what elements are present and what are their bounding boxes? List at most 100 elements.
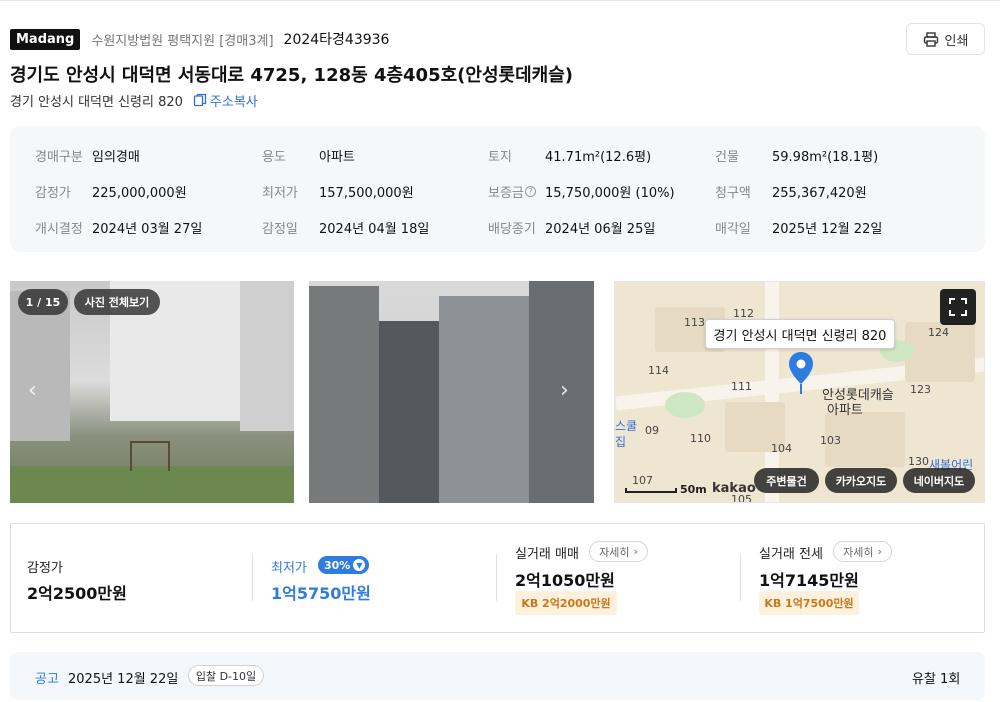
info-label: 토지 bbox=[488, 150, 512, 165]
help-icon[interactable]: ? bbox=[524, 186, 536, 197]
map-poi-label: 스쿨 bbox=[615, 419, 638, 433]
jeonse-label: 실거래 전세 bbox=[759, 547, 823, 562]
info-label: 청구액 bbox=[715, 186, 751, 201]
lot-address: 경기 안성시 대덕면 신령리 820 bbox=[10, 94, 183, 110]
info-auction-type: 경매구분 임의경매 bbox=[35, 146, 140, 165]
info-label: 개시결정 bbox=[35, 222, 83, 237]
photo-counter: 1 / 15 bbox=[18, 289, 68, 315]
info-label: 최저가 bbox=[262, 186, 298, 201]
info-value: 15,750,000원 (10%) bbox=[545, 186, 675, 201]
info-value: 157,500,000원 bbox=[319, 186, 414, 201]
map-complex-name: 아파트 bbox=[827, 403, 863, 418]
info-value: 아파트 bbox=[319, 150, 355, 165]
view-all-photos-button[interactable]: 사진 전체보기 bbox=[74, 289, 160, 315]
case-number: 2024타경43936 bbox=[283, 32, 390, 48]
copy-address-button[interactable]: 주소복사 bbox=[193, 91, 258, 110]
jeonse-kb-price: KB 1억7500만원 bbox=[759, 591, 859, 615]
madang-logo[interactable]: Madang bbox=[10, 28, 81, 50]
map-label: 123 bbox=[910, 383, 931, 396]
notice-date: 2025년 12월 22일 bbox=[68, 672, 179, 687]
scale-bar bbox=[625, 487, 677, 493]
info-label: 배당종기 bbox=[488, 222, 536, 237]
info-label: 매각일 bbox=[715, 222, 751, 237]
printer-icon bbox=[923, 31, 938, 47]
map-label: 124 bbox=[928, 326, 949, 339]
photo-prev-icon[interactable]: ‹ bbox=[28, 378, 37, 403]
print-button[interactable]: 인쇄 bbox=[906, 23, 985, 55]
info-value: 2024년 06월 25일 bbox=[545, 222, 656, 237]
building-shape bbox=[439, 296, 529, 503]
price-divider bbox=[740, 554, 741, 601]
location-pin-icon bbox=[789, 352, 813, 394]
copy-address-label: 주소복사 bbox=[209, 94, 258, 110]
minimum-value: 1억5750만원 bbox=[271, 584, 371, 603]
print-label: 인쇄 bbox=[944, 33, 969, 49]
map-park bbox=[665, 392, 705, 418]
trade-detail-button[interactable]: 자세히 › bbox=[589, 541, 648, 562]
info-label: 보증금? bbox=[488, 182, 545, 201]
info-usage: 용도 아파트 bbox=[262, 146, 355, 165]
info-appraisal: 감정가 225,000,000원 bbox=[35, 182, 187, 201]
minimum-rate-badge[interactable]: 30% ▼ bbox=[318, 556, 370, 574]
nearby-items-button[interactable]: 주변물건 bbox=[754, 468, 819, 493]
info-distribution-deadline: 배당종기 2024년 06월 25일 bbox=[488, 218, 655, 237]
map-poi-label: 집 bbox=[615, 435, 627, 449]
info-value: 255,367,420원 bbox=[772, 186, 867, 201]
court-name: 수원지방법원 평택지원 [경매3계] bbox=[91, 33, 274, 49]
chevron-right-icon: › bbox=[877, 545, 882, 558]
info-value: 59.98m²(18.1평) bbox=[772, 150, 879, 165]
info-minimum: 최저가 157,500,000원 bbox=[262, 182, 414, 201]
detail-label: 자세히 bbox=[843, 545, 874, 559]
info-label: 감정일 bbox=[262, 222, 298, 237]
chevron-down-icon: ▼ bbox=[353, 559, 366, 571]
map-label: 110 bbox=[690, 432, 711, 445]
building-shape bbox=[309, 286, 379, 503]
notice-label: 공고 bbox=[35, 672, 59, 687]
minimum-label: 최저가 bbox=[271, 561, 307, 576]
info-value: 41.71m²(12.6평) bbox=[545, 150, 652, 165]
info-building: 건물 59.98m²(18.1평) bbox=[715, 146, 878, 165]
expand-icon bbox=[949, 298, 967, 316]
copy-icon bbox=[193, 93, 207, 107]
lawn-shape bbox=[10, 466, 294, 503]
info-label: 감정가 bbox=[35, 186, 71, 201]
naver-map-button[interactable]: 네이버지도 bbox=[903, 468, 975, 493]
map-label: 130 bbox=[908, 455, 929, 468]
info-deposit: 보증금? 15,750,000원 (10%) bbox=[488, 182, 675, 201]
jeonse-value: 1억7145만원 bbox=[759, 571, 859, 590]
map-label: 111 bbox=[731, 380, 752, 393]
info-value: 2024년 04월 18일 bbox=[319, 222, 430, 237]
info-label: 용도 bbox=[262, 150, 286, 165]
lot-address-row: 경기 안성시 대덕면 신령리 820 주소복사 bbox=[10, 91, 258, 110]
bid-dday-badge: 입찰 D-10일 bbox=[188, 665, 264, 686]
property-title: 경기도 안성시 대덕면 서동대로 4725, 128동 4층405호(안성롯데캐… bbox=[10, 65, 573, 86]
info-start-decision: 개시결정 2024년 03월 27일 bbox=[35, 218, 202, 237]
info-sale-date: 매각일 2025년 12월 22일 bbox=[715, 218, 882, 237]
trade-value: 2억1050만원 bbox=[515, 571, 615, 590]
case-header: Madang 수원지방법원 평택지원 [경매3계] 2024타경43936 bbox=[10, 28, 389, 50]
property-photo-2[interactable] bbox=[309, 281, 594, 503]
top-divider bbox=[0, 0, 1000, 1]
info-land: 토지 41.71m²(12.6평) bbox=[488, 146, 651, 165]
jeonse-detail-button[interactable]: 자세히 › bbox=[833, 541, 892, 562]
info-value: 임의경매 bbox=[92, 150, 140, 165]
photo-next-icon[interactable]: › bbox=[560, 378, 569, 403]
kakao-map-button[interactable]: 카카오지도 bbox=[825, 468, 897, 493]
price-divider bbox=[496, 554, 497, 601]
building-shape bbox=[379, 321, 439, 503]
info-label: 경매구분 bbox=[35, 150, 83, 165]
minimum-rate: 30% bbox=[324, 558, 351, 572]
trade-kb-price: KB 2억2000만원 bbox=[515, 591, 617, 615]
map-address-tooltip: 경기 안성시 대덕면 신령리 820 bbox=[705, 319, 895, 349]
appraisal-value: 2억2500만원 bbox=[27, 584, 127, 603]
info-value: 2024년 03월 27일 bbox=[92, 222, 203, 237]
info-appraisal-date: 감정일 2024년 04월 18일 bbox=[262, 218, 429, 237]
scale-label: 50m bbox=[680, 483, 707, 496]
detail-label: 자세히 bbox=[599, 545, 630, 559]
chevron-right-icon: › bbox=[633, 545, 638, 558]
map-fullscreen-button[interactable] bbox=[940, 289, 976, 325]
info-value: 2025년 12월 22일 bbox=[772, 222, 883, 237]
playground-shape bbox=[130, 441, 170, 471]
map-label: 114 bbox=[648, 364, 669, 377]
map-label: 104 bbox=[771, 442, 792, 455]
